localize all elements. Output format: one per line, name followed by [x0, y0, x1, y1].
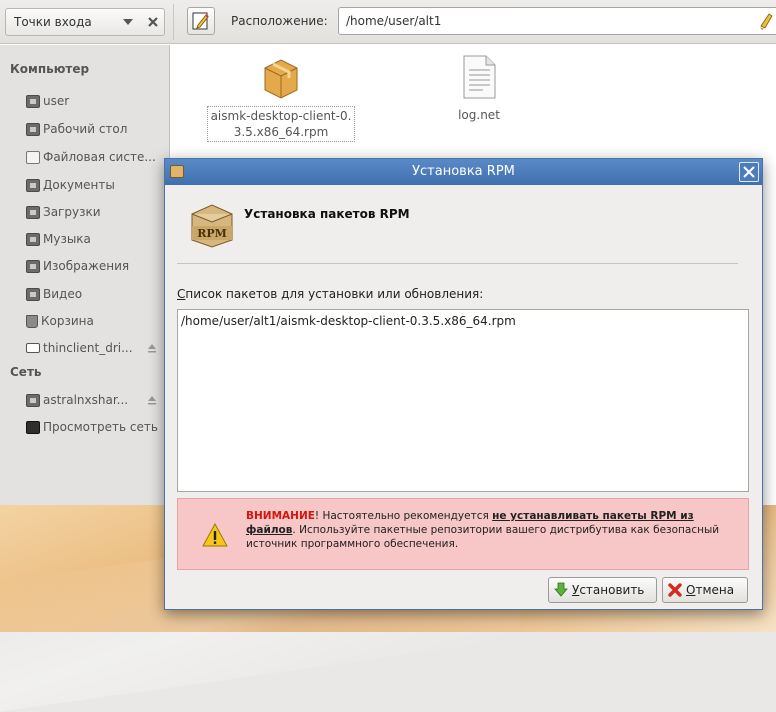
- location-input[interactable]: /home/user/alt1: [338, 7, 776, 35]
- sidebar-item-label: Документы: [43, 178, 115, 192]
- package-list[interactable]: /home/user/alt1/aismk-desktop-client-0.3…: [177, 309, 749, 492]
- close-icon: [743, 166, 755, 178]
- documents-folder-icon: [26, 178, 40, 192]
- dialog-title: Установка RPM: [412, 164, 515, 179]
- sidebar-item-label: Просмотреть сеть: [43, 420, 158, 434]
- file-item-rpm[interactable]: aismk-desktop-client-0. 3.5.x86_64.rpm: [201, 54, 361, 142]
- music-folder-icon: [26, 232, 40, 246]
- warning-banner: ВНИМАНИЕ! Настоятельно рекомендуется не …: [177, 498, 749, 570]
- sidebar-item-label: Музыка: [43, 232, 91, 246]
- videos-folder-icon: [26, 287, 40, 301]
- sidebar-item-label: thinclient_dri...: [43, 341, 133, 355]
- places-label: Точки входа: [14, 15, 92, 29]
- text-file-icon: [463, 55, 496, 99]
- sidebar-item-downloads[interactable]: Загрузки: [26, 203, 101, 221]
- svg-text:RPM: RPM: [197, 227, 227, 240]
- drive-icon: [26, 343, 40, 353]
- sidebar-item-filesystem[interactable]: Файловая систе...: [26, 148, 156, 166]
- sidebar-item-pictures[interactable]: Изображения: [26, 257, 129, 275]
- sidebar-heading-computer: Компьютер: [10, 62, 90, 76]
- sidebar-item-astralnxshare[interactable]: astralnxshar...: [26, 391, 128, 409]
- sidebar-item-label: user: [43, 94, 70, 108]
- sidebar-item-label: Рабочий стол: [43, 122, 128, 136]
- dialog-close-button[interactable]: [739, 162, 759, 182]
- trash-icon: [26, 314, 38, 328]
- package-icon: [264, 59, 298, 99]
- sidebar-item-browse-network[interactable]: Просмотреть сеть: [26, 418, 158, 436]
- places-sidebar: Компьютер user Рабочий стол Файловая сис…: [0, 45, 170, 505]
- eject-icon[interactable]: [146, 394, 158, 406]
- file-name: log.net: [458, 108, 500, 122]
- sidebar-item-label: Видео: [43, 287, 83, 301]
- close-icon[interactable]: [146, 15, 160, 29]
- sidebar-item-trash[interactable]: Корзина: [26, 312, 94, 330]
- home-folder-icon: [26, 94, 40, 108]
- install-label: Установить: [572, 583, 645, 597]
- cancel-label: Отмена: [686, 583, 735, 597]
- sidebar-item-label: astralnxshar...: [43, 393, 129, 407]
- sidebar-item-user[interactable]: user: [26, 92, 69, 110]
- sidebar-item-documents[interactable]: Документы: [26, 176, 115, 194]
- file-item-log[interactable]: log.net: [439, 54, 519, 124]
- network-share-icon: [26, 393, 40, 407]
- sidebar-heading-network: Сеть: [10, 365, 42, 379]
- sidebar-item-videos[interactable]: Видео: [26, 285, 82, 303]
- sidebar-item-label: Корзина: [41, 314, 94, 328]
- location-label: Расположение:: [231, 14, 328, 28]
- edit-icon: [192, 12, 209, 30]
- desktop-folder-icon: [26, 122, 40, 136]
- dialog-titlebar[interactable]: Установка RPM: [165, 159, 762, 185]
- filesystem-icon: [26, 150, 40, 164]
- toolbar: Точки входа Расположение: /home/user/alt…: [0, 0, 776, 44]
- chevron-down-icon[interactable]: [122, 16, 134, 28]
- warning-icon: [202, 523, 228, 547]
- clear-location-icon[interactable]: [757, 10, 775, 30]
- sidebar-item-desktop[interactable]: Рабочий стол: [26, 120, 127, 138]
- toggle-location-button[interactable]: [187, 7, 215, 35]
- places-dropdown[interactable]: Точки входа: [5, 8, 165, 36]
- rpm-install-dialog: Установка RPM RPM Установка пакетов RPM …: [164, 158, 763, 610]
- downloads-folder-icon: [26, 205, 40, 219]
- network-browse-icon: [26, 420, 40, 434]
- sidebar-item-label: Изображения: [43, 259, 130, 273]
- pictures-folder-icon: [26, 259, 40, 273]
- file-name: aismk-desktop-client-0. 3.5.x86_64.rpm: [206, 106, 356, 142]
- warning-text: ВНИМАНИЕ! Настоятельно рекомендуется не …: [246, 510, 720, 550]
- list-item[interactable]: /home/user/alt1/aismk-desktop-client-0.3…: [181, 314, 516, 328]
- sidebar-item-label: Загрузки: [43, 205, 101, 219]
- cancel-button[interactable]: Отмена: [662, 577, 748, 603]
- separator: [177, 263, 738, 264]
- cancel-icon: [668, 583, 682, 597]
- sidebar-item-music[interactable]: Музыка: [26, 230, 91, 248]
- sidebar-item-label: Файловая систе...: [43, 150, 156, 164]
- install-icon: [554, 582, 568, 597]
- eject-icon[interactable]: [146, 342, 158, 354]
- dialog-heading: Установка пакетов RPM: [244, 207, 410, 221]
- install-button[interactable]: Установить: [548, 577, 657, 603]
- package-list-label: Список пакетов для установки или обновле…: [177, 287, 484, 301]
- sidebar-item-thinclient-drive[interactable]: thinclient_dri...: [26, 339, 133, 357]
- rpm-package-icon: RPM: [191, 204, 233, 248]
